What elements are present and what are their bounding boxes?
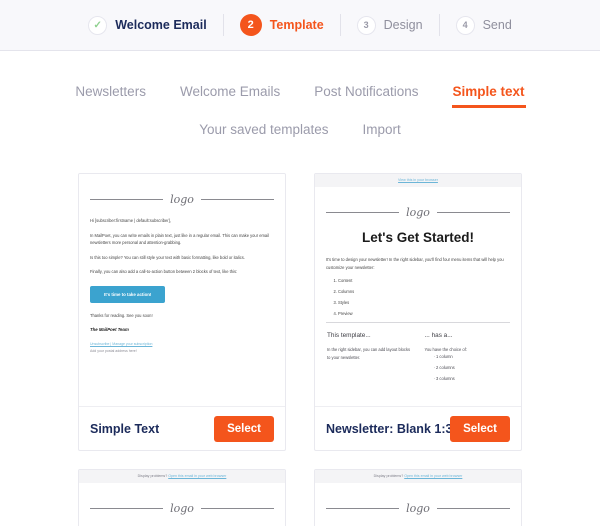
logo-text: logo — [406, 502, 430, 515]
template-preview-simple-text: logo Hi [subscriber:firstname | default:… — [79, 174, 285, 406]
logo-divider: logo — [326, 206, 510, 219]
step-label-template: Template — [269, 18, 324, 32]
tab-import[interactable]: Import — [346, 122, 418, 146]
list-item: Columns — [338, 289, 510, 294]
unsubscribe-link: Unsubscribe | Manage your subscription — [90, 342, 153, 347]
select-button[interactable]: Select — [214, 415, 274, 442]
email-browser-bar: Display problems? Open this email in you… — [315, 470, 521, 483]
email-paragraph: Finally, you can also add a call-to-acti… — [90, 269, 238, 275]
logo-divider: logo — [90, 193, 274, 206]
column-right: ... has a... You have the choice of: 1 c… — [425, 332, 510, 387]
template-card-third[interactable]: Display problems? Open this email in you… — [78, 469, 286, 526]
template-grid: logo Hi [subscriber:firstname | default:… — [0, 173, 600, 526]
email-footer-links: Unsubscribe | Manage your subscription A… — [90, 341, 274, 354]
step-welcome-email[interactable]: ✓ Welcome Email — [72, 15, 222, 35]
list-item: Content — [338, 278, 510, 283]
logo-divider: logo — [90, 502, 274, 515]
email-heading: Let's Get Started! — [362, 230, 474, 245]
logo-divider: logo — [326, 502, 510, 515]
list-item: 2 columns — [434, 365, 510, 370]
step-number-badge-2: 2 — [239, 14, 262, 36]
email-intro: It's time to design your newsletter! In … — [326, 257, 504, 270]
divider-line-right — [200, 199, 274, 200]
card-footer: Simple Text Select — [79, 406, 285, 450]
email-paragraph: In MailPoet, you can write emails in pla… — [90, 232, 269, 246]
step-design[interactable]: 3 Design — [341, 15, 439, 35]
divider-line-left — [90, 508, 164, 509]
email-closing: Thanks for reading. See you soon! — [90, 312, 153, 318]
tab-post-notifications[interactable]: Post Notifications — [297, 84, 435, 108]
step-template[interactable]: 2 Template — [224, 14, 340, 36]
template-card-simple-text[interactable]: logo Hi [subscriber:firstname | default:… — [78, 173, 286, 451]
divider-line-right — [436, 212, 510, 213]
step-label-send: Send — [482, 18, 512, 32]
template-card-fourth[interactable]: Display problems? Open this email in you… — [314, 469, 522, 526]
check-icon: ✓ — [88, 15, 108, 35]
step-label-welcome-email: Welcome Email — [115, 18, 207, 32]
open-in-browser-link: Open this email in your web browser — [168, 474, 227, 478]
template-card-newsletter-blank-1-3[interactable]: View this in your browser logo Let's Get… — [314, 173, 522, 451]
list-item: Styles — [338, 300, 510, 305]
logo-text: logo — [170, 193, 194, 206]
tabs-row-primary: Newsletters Welcome Emails Post Notifica… — [0, 84, 600, 108]
divider-line-left — [90, 199, 164, 200]
email-cta-button: It's time to take action! — [90, 285, 166, 303]
tab-simple-text[interactable]: Simple text — [436, 84, 542, 108]
step-label-design: Design — [383, 18, 423, 32]
template-preview-third: Display problems? Open this email in you… — [79, 470, 285, 526]
step-number-badge-3: 3 — [356, 15, 376, 35]
email-signature: The MailPoet Team — [90, 327, 129, 333]
template-preview-fourth: Display problems? Open this email in you… — [315, 470, 521, 526]
display-problems-label: Display problems? — [137, 474, 168, 478]
template-category-tabs: Newsletters Welcome Emails Post Notifica… — [0, 51, 600, 146]
email-paragraph: Is this too simple? You can still style … — [90, 254, 245, 260]
logo-text: logo — [170, 502, 194, 515]
step-progress-header: ✓ Welcome Email 2 Template 3 Design 4 Se… — [0, 0, 600, 51]
select-button[interactable]: Select — [450, 415, 510, 442]
list-item: 1 column — [434, 354, 510, 359]
tab-your-saved-templates[interactable]: Your saved templates — [182, 122, 345, 146]
column-right-text: You have the choice of: — [424, 346, 467, 352]
display-problems-label: Display problems? — [373, 474, 404, 478]
card-footer: Newsletter: Blank 1:3 Col... Select — [315, 406, 521, 450]
column-left-title: This template... — [327, 331, 371, 339]
divider-line-right — [200, 508, 274, 509]
divider-line-left — [326, 508, 400, 509]
tab-newsletters[interactable]: Newsletters — [58, 84, 163, 108]
divider-line-left — [326, 212, 400, 213]
step-number-badge-4: 4 — [455, 15, 475, 35]
step-send[interactable]: 4 Send — [440, 15, 528, 35]
list-item: Preview — [338, 311, 510, 316]
view-in-browser-link: View this in your browser — [398, 178, 438, 182]
email-footer-address: Add your postal address here! — [90, 349, 137, 354]
email-feature-list: Content Columns Styles Preview — [338, 278, 510, 316]
email-two-column-section: This template... In the right sidebar, y… — [315, 332, 521, 387]
tabs-row-secondary: Your saved templates Import — [0, 122, 600, 146]
section-divider — [326, 321, 510, 323]
email-browser-bar: Display problems? Open this email in you… — [79, 470, 285, 483]
column-right-title: ... has a... — [424, 331, 453, 339]
email-browser-bar: View this in your browser — [315, 174, 521, 187]
column-right-list: 1 column 2 columns 3 columns — [434, 354, 510, 381]
divider-line-right — [436, 508, 510, 509]
column-left-text: In the right sidebar, you can add layout… — [327, 346, 411, 360]
template-title: Simple Text — [90, 421, 160, 436]
open-in-browser-link: Open this email in your web browser — [404, 474, 463, 478]
logo-text: logo — [406, 206, 430, 219]
template-preview-newsletter-blank: View this in your browser logo Let's Get… — [315, 174, 521, 406]
list-item: 3 columns — [434, 376, 510, 381]
email-greeting: Hi [subscriber:firstname | default:subsc… — [90, 218, 171, 223]
column-left: This template... In the right sidebar, y… — [327, 332, 412, 387]
tab-welcome-emails[interactable]: Welcome Emails — [163, 84, 297, 108]
template-title: Newsletter: Blank 1:3 Col... — [326, 421, 450, 436]
